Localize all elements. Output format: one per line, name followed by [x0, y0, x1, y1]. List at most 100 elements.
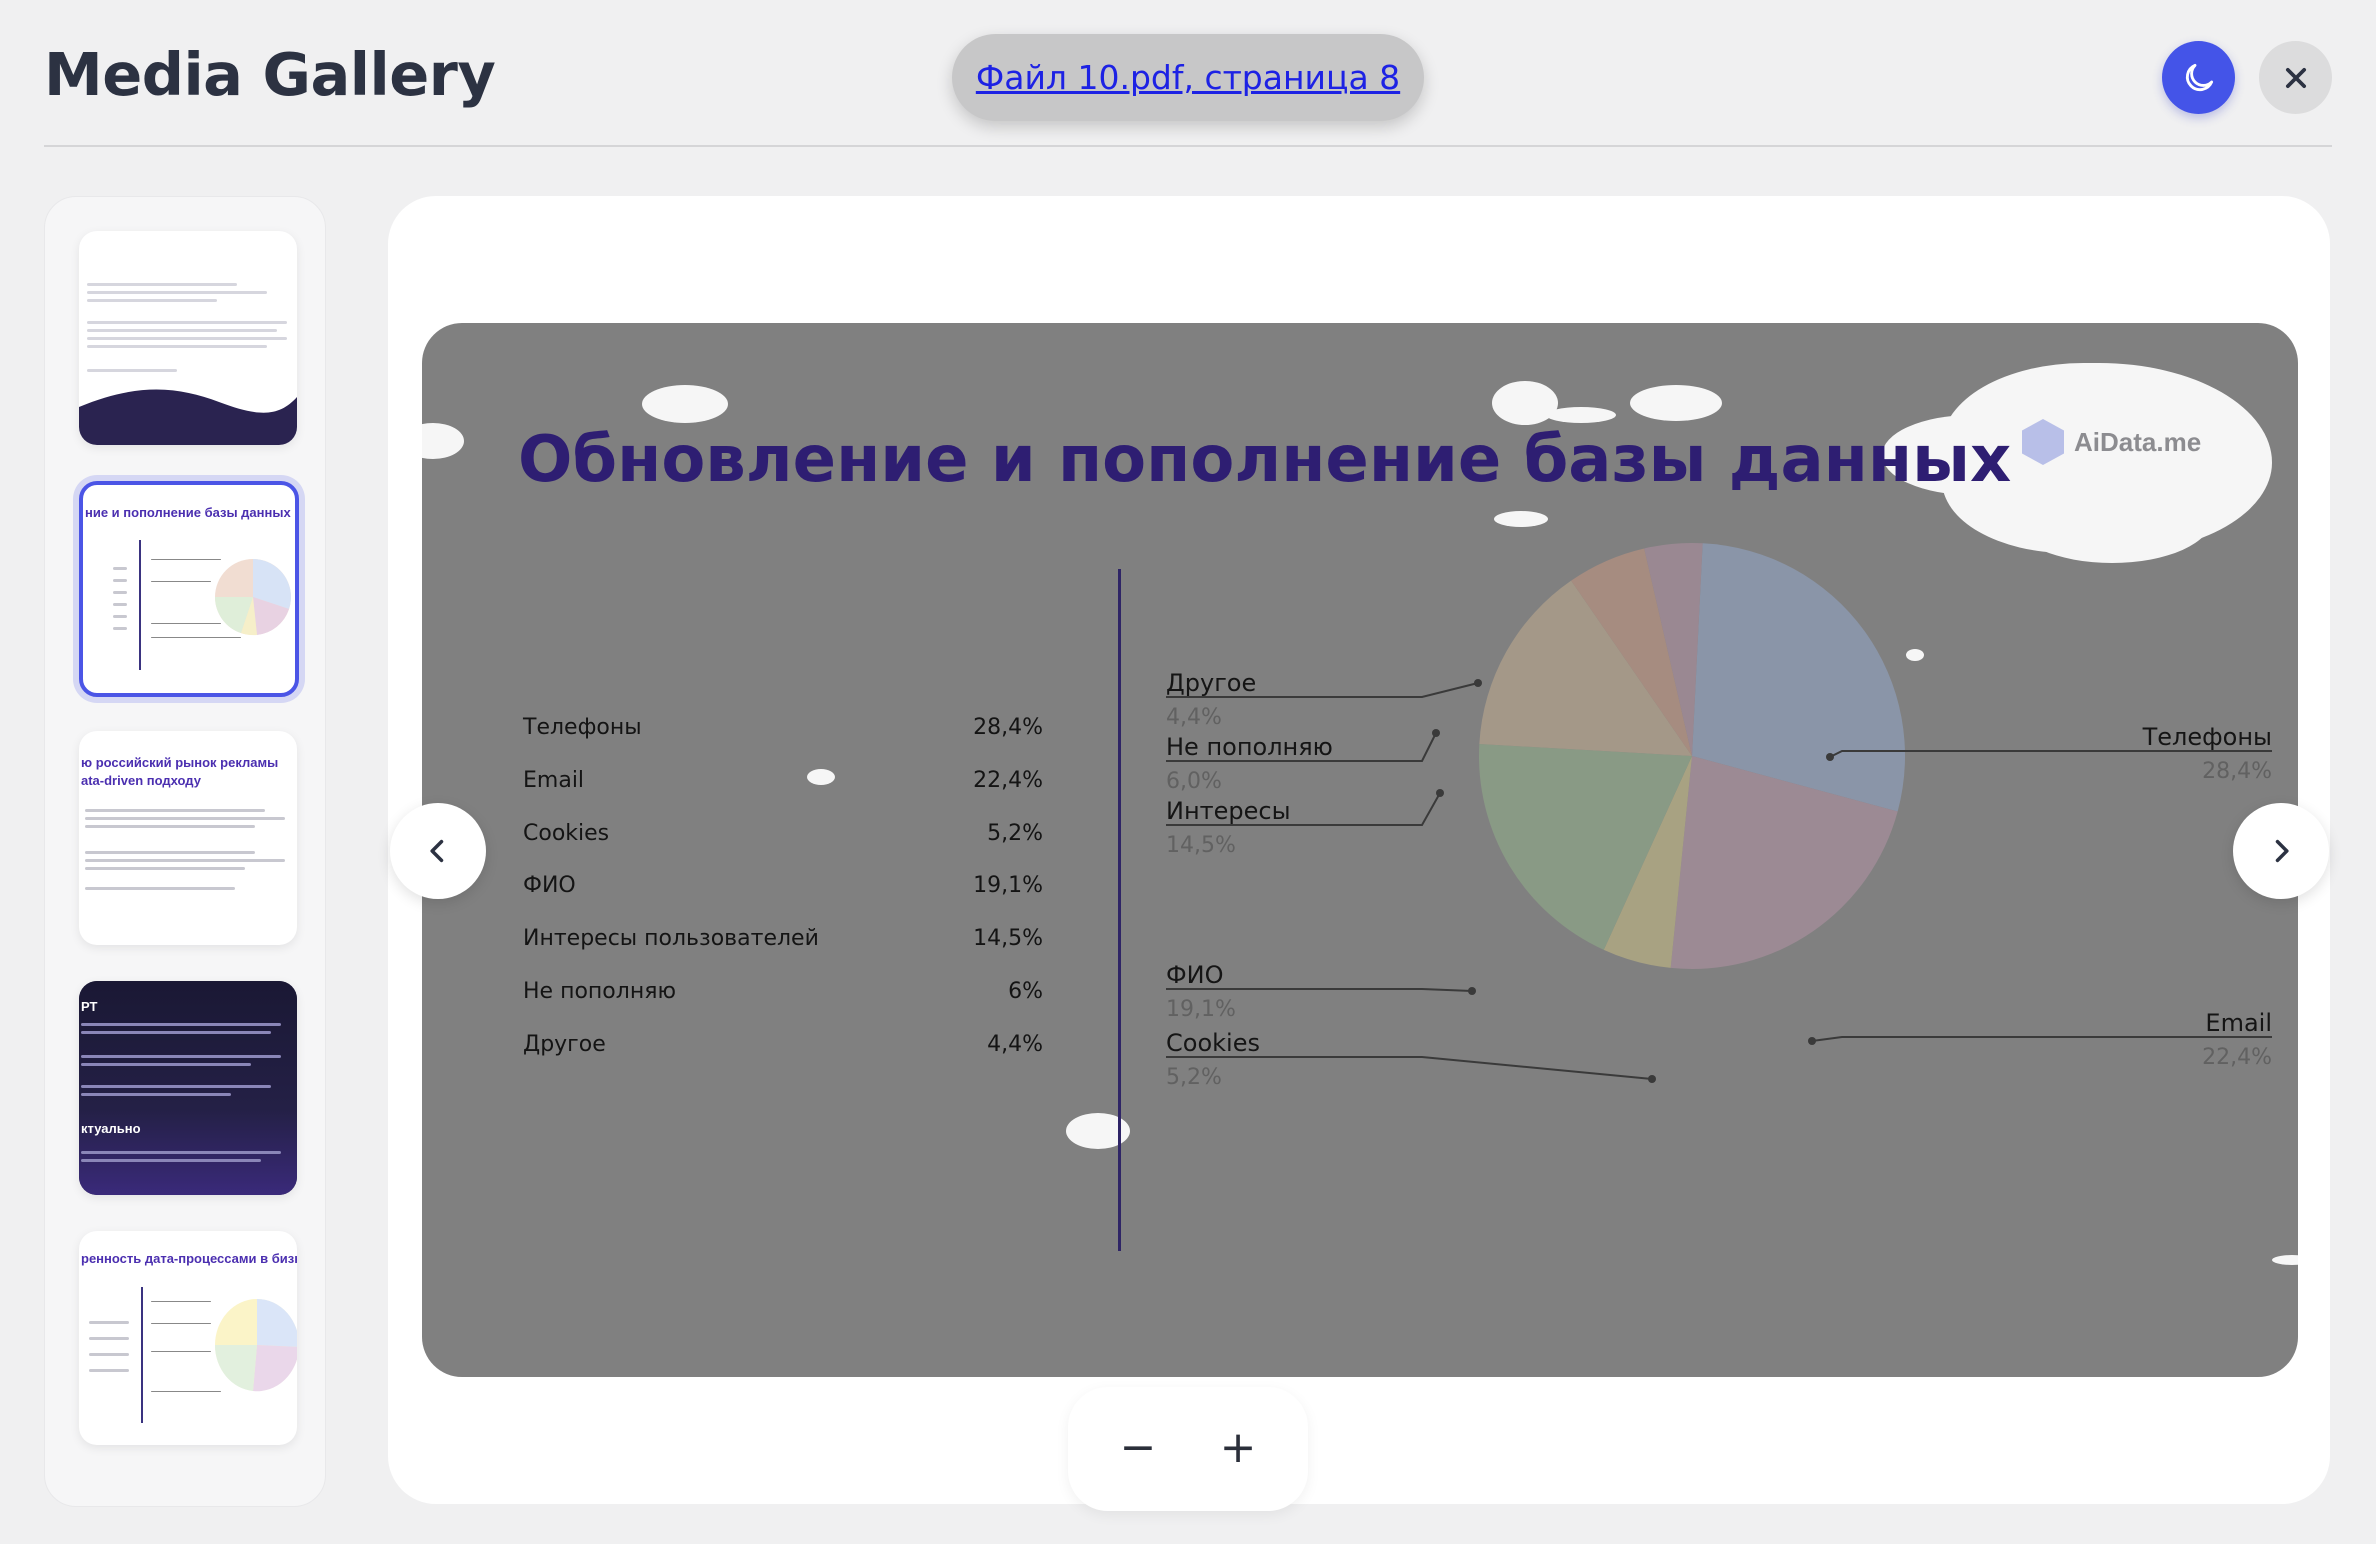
thumb-text-line [81, 1159, 261, 1162]
pie-label-phones: Телефоны [2142, 723, 2272, 751]
pie-leader-dot-phones [1826, 753, 1834, 761]
close-icon [2285, 67, 2306, 88]
thumb-text-line [89, 1321, 129, 1324]
thumb-wave-graphic [79, 389, 297, 445]
moon-icon [2185, 63, 2213, 91]
pie-label-fio: ФИО [1166, 961, 1224, 989]
next-button[interactable] [2233, 803, 2329, 899]
pie-leader-dot-other [1474, 679, 1482, 687]
thumb-text-line [81, 1093, 231, 1096]
thumb-text-line [85, 809, 265, 812]
thumb-heading: ренность дата-процессами в бизнес [81, 1251, 297, 1266]
pie-chart [1166, 543, 2272, 1083]
pie-pct-no-update: 6,0% [1166, 769, 1222, 794]
source-link[interactable]: Файл 10.pdf, страница 8 [976, 58, 1400, 97]
thumb-text-line [87, 337, 287, 340]
theme-toggle-button[interactable] [2162, 41, 2235, 114]
pie-pct-email: 22,4% [2202, 1045, 2272, 1070]
thumb-text-line [85, 817, 285, 820]
chevron-left-icon [430, 839, 444, 863]
pie-label-email: Email [2205, 1009, 2272, 1037]
thumb-text-line [151, 623, 221, 624]
pie-leader-line-email [1811, 1036, 2272, 1042]
pie-leader-line-fio [1166, 988, 1473, 992]
thumb-text-line [151, 1323, 211, 1324]
pie-pct-interests: 14,5% [1166, 833, 1236, 858]
thumb-text-line [113, 591, 127, 594]
pie-leader-dot-email [1808, 1037, 1816, 1045]
thumb-heading: ю российский рынок рекламы [81, 755, 279, 770]
thumb-text-line [87, 321, 287, 324]
pie-leader-dot-fio [1468, 987, 1476, 995]
thumb-text-line [81, 1063, 251, 1066]
thumb-text-line [87, 299, 217, 302]
thumb-text-line [87, 345, 267, 348]
thumb-heading: РТ [81, 999, 98, 1014]
thumb-text-line [113, 567, 127, 570]
zoom-controls: − + [1068, 1387, 1308, 1511]
pie-pct-cookies: 5,2% [1166, 1065, 1222, 1090]
thumb-text-line [85, 887, 235, 890]
thumb-divider [139, 540, 141, 670]
page-title: Media Gallery [44, 40, 496, 109]
pie-leader-dot-no-update [1432, 729, 1440, 737]
thumb-text-line [89, 1369, 129, 1372]
zoom-out-button[interactable]: − [1108, 1417, 1168, 1477]
thumbnail-page-10[interactable]: РТ ктуально [79, 981, 297, 1195]
thumb-text-line [151, 637, 241, 638]
pie-leader-line-cookies [1166, 1056, 1653, 1080]
thumb-text-line [81, 1031, 271, 1034]
header-divider [44, 145, 2332, 147]
chevron-right-icon [2275, 839, 2289, 863]
thumb-text-line [151, 559, 221, 560]
thumb-text-line [151, 1351, 211, 1352]
thumb-text-line [87, 369, 177, 372]
thumbnail-panel: ние и пополнение базы данных ю российски… [44, 196, 326, 1507]
thumbnail-page-11[interactable]: ренность дата-процессами в бизнес [79, 1231, 297, 1445]
thumb-heading: ктуально [81, 1121, 141, 1136]
thumb-text-line [113, 615, 127, 618]
thumb-text-line [151, 581, 211, 582]
pie-label-cookies: Cookies [1166, 1029, 1260, 1057]
thumb-text-line [81, 1023, 281, 1026]
thumb-text-line [81, 1055, 281, 1058]
thumb-text-line [81, 1085, 271, 1088]
thumb-text-line [85, 851, 255, 854]
thumb-text-line [151, 1391, 221, 1392]
pie-pct-fio: 19,1% [1166, 997, 1236, 1022]
pie-leader-dot-cookies [1648, 1075, 1656, 1083]
pie-leader-dot-interests [1436, 789, 1444, 797]
thumb-text-line [89, 1337, 129, 1340]
thumb-heading: ata-driven подходу [81, 773, 201, 788]
zoom-in-button[interactable]: + [1208, 1417, 1268, 1477]
thumbnail-page-7[interactable] [79, 231, 297, 445]
pie-pct-other: 4,4% [1166, 705, 1222, 730]
thumbnail-page-8[interactable]: ние и пополнение базы данных [79, 481, 299, 697]
thumb-text-line [87, 283, 237, 286]
thumb-text-line [87, 329, 277, 332]
thumb-text-line [87, 291, 267, 294]
pie-label-interests: Интересы [1166, 797, 1291, 825]
close-button[interactable] [2259, 41, 2332, 114]
pie-label-no-update: Не пополняю [1166, 733, 1333, 761]
thumbnail-page-9[interactable]: ю российский рынок рекламы ata-driven по… [79, 731, 297, 945]
thumb-pie-graphic [214, 1298, 297, 1392]
slide-image: Обновление и пополнение базы данных AiDa… [422, 323, 2298, 1377]
thumb-bg [79, 981, 297, 1195]
thumb-divider [141, 1287, 143, 1423]
thumb-text-line [81, 1151, 281, 1154]
source-link-pill[interactable]: Файл 10.pdf, страница 8 [952, 34, 1424, 121]
previous-button[interactable] [390, 803, 486, 899]
thumb-heading: ние и пополнение базы данных [85, 505, 291, 520]
thumb-text-line [113, 627, 127, 630]
thumb-text-line [89, 1353, 129, 1356]
thumb-text-line [85, 867, 245, 870]
thumb-text-line [113, 579, 127, 582]
thumb-text-line [85, 859, 285, 862]
thumb-text-line [113, 603, 127, 606]
thumb-text-line [151, 1301, 211, 1302]
thumb-pie-graphic [215, 559, 291, 636]
pie-pct-phones: 28,4% [2202, 759, 2272, 784]
thumb-text-line [85, 825, 255, 828]
pie-label-other: Другое [1166, 669, 1257, 697]
